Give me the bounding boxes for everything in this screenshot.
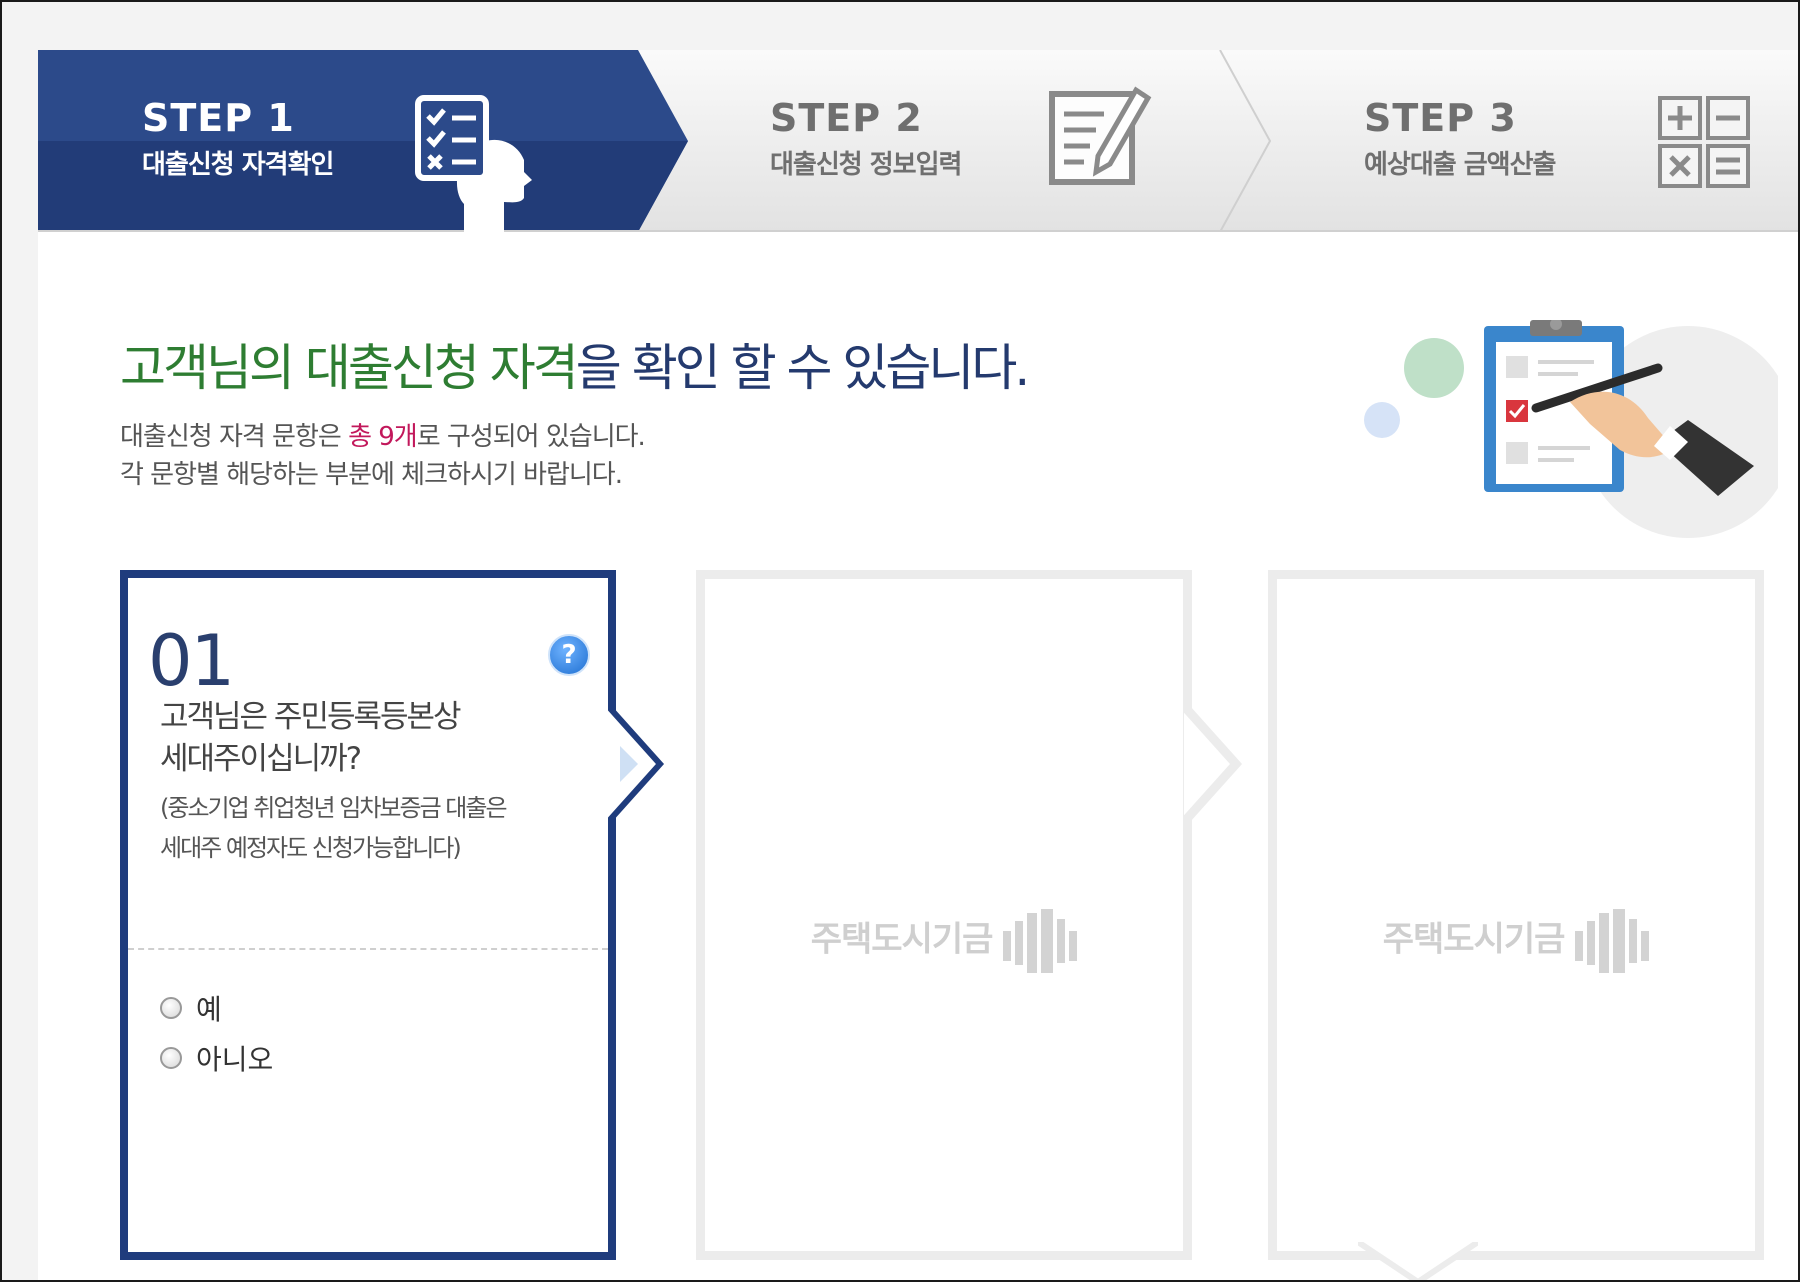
question-text-line-2: 세대주이십니까? bbox=[160, 741, 362, 777]
question-text-line-1: 고객님은 주민등록등본상 bbox=[160, 699, 462, 735]
calculator-icon bbox=[1658, 96, 1750, 188]
option-yes-label: 예 bbox=[196, 993, 222, 1026]
steps-bar: STEP 1 대출신청 자격확인 STEP 2 대출신청 정보입력 STEP 3… bbox=[38, 50, 1798, 232]
heading-highlight: 고객님의 대출신청 자격 bbox=[120, 339, 579, 397]
help-icon[interactable]: ? bbox=[548, 634, 590, 676]
desc-text-c: 로 구성되어 있습니다. bbox=[416, 422, 646, 452]
step-3-label: 예상대출 금액산출 bbox=[1364, 150, 1556, 180]
step-3-title: STEP 3 bbox=[1364, 96, 1517, 140]
step-1-label: 대출신청 자격확인 bbox=[142, 150, 334, 180]
step-1-title: STEP 1 bbox=[142, 96, 295, 140]
card-3-arrow-down bbox=[1358, 1242, 1478, 1280]
desc-count-highlight: 총 9개 bbox=[348, 422, 418, 452]
placeholder-watermark: 주택도시기금 bbox=[705, 909, 1183, 973]
option-no[interactable]: 아니오 bbox=[160, 1038, 273, 1078]
radio-no[interactable] bbox=[160, 1047, 182, 1069]
watermark-text: 주택도시기금 bbox=[1382, 919, 1566, 960]
question-note-line-2: 세대주 예정자도 신청가능합니다) bbox=[160, 834, 462, 862]
window-frame: STEP 1 대출신청 자격확인 STEP 2 대출신청 정보입력 STEP 3… bbox=[0, 0, 1800, 1282]
checklist-person-icon bbox=[415, 95, 532, 232]
placeholder-watermark: 주택도시기금 bbox=[1277, 909, 1755, 973]
option-no-label: 아니오 bbox=[196, 1043, 274, 1076]
heading-rest: 을 확인 할 수 있습니다. bbox=[575, 339, 1030, 397]
steps-background bbox=[38, 50, 1798, 232]
question-card-3: 주택도시기금 bbox=[1268, 570, 1764, 1260]
divider bbox=[128, 948, 608, 950]
desc-text-a: 대출신청 자격 문항은 bbox=[120, 422, 349, 452]
option-yes[interactable]: 예 bbox=[160, 988, 222, 1028]
description-line-2: 각 문항별 해당하는 부분에 체크하시기 바랍니다. bbox=[120, 460, 623, 490]
edit-document-icon bbox=[1049, 86, 1152, 185]
question-note-line-1: (중소기업 취업청년 임차보증금 대출은 bbox=[160, 794, 508, 822]
question-card-1: 01 ? 고객님은 주민등록등본상 세대주이십니까? (중소기업 취업청년 임차… bbox=[120, 570, 616, 1260]
building-logo-icon bbox=[1003, 909, 1078, 973]
description-line-1: 대출신청 자격 문항은 총 9개로 구성되어 있습니다. bbox=[120, 416, 646, 453]
clipboard-hand-illustration bbox=[1364, 320, 1778, 538]
active-card-arrow bbox=[608, 706, 665, 822]
watermark-text: 주택도시기금 bbox=[810, 919, 994, 960]
page-heading: 고객님의 대출신청 자격을 확인 할 수 있습니다. bbox=[120, 328, 1030, 400]
step-2-title: STEP 2 bbox=[770, 96, 923, 140]
radio-yes[interactable] bbox=[160, 997, 182, 1019]
question-note: (중소기업 취업청년 임차보증금 대출은 세대주 예정자도 신청가능합니다) bbox=[160, 788, 600, 868]
step-2-label: 대출신청 정보입력 bbox=[770, 150, 962, 180]
card-2-arrow bbox=[1184, 706, 1243, 822]
building-logo-icon bbox=[1575, 909, 1650, 973]
question-text: 고객님은 주민등록등본상 세대주이십니까? bbox=[160, 696, 580, 780]
question-card-2: 주택도시기금 bbox=[696, 570, 1192, 1260]
question-number: 01 bbox=[148, 620, 235, 702]
